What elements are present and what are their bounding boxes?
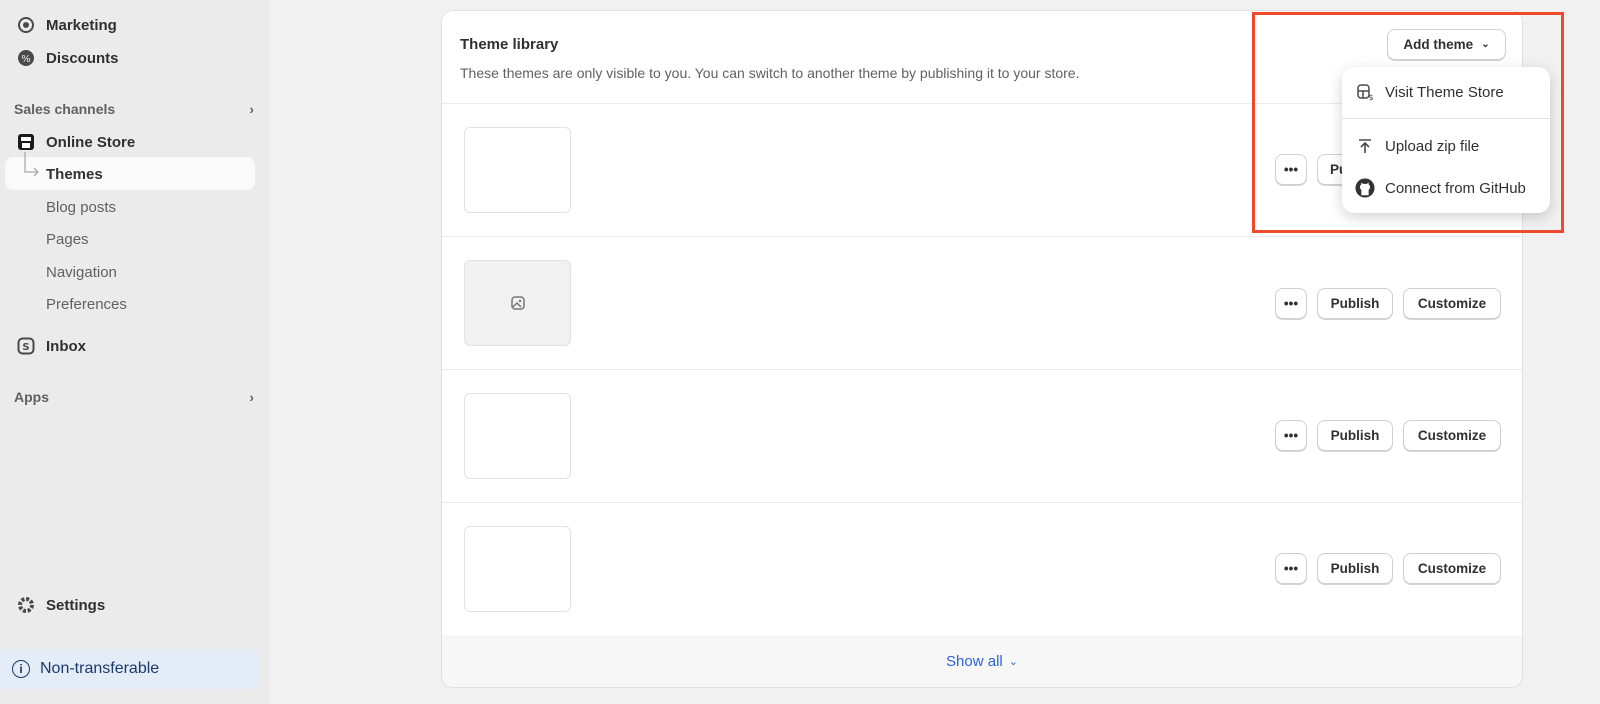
more-actions-button[interactable]: ••• — [1275, 420, 1307, 451]
info-icon: i — [12, 660, 30, 678]
card-description: These themes are only visible to you. Yo… — [460, 65, 1080, 81]
chevron-right-icon: › — [249, 101, 254, 117]
card-title: Theme library — [460, 36, 559, 53]
theme-thumbnail — [464, 393, 571, 479]
sidebar-item-online-store[interactable]: Online Store — [0, 131, 270, 153]
customize-button[interactable]: Customize — [1403, 553, 1501, 584]
theme-row: ••• Publish Customize — [442, 237, 1522, 370]
gear-icon — [17, 596, 35, 614]
svg-text:S: S — [22, 342, 29, 353]
sidebar-item-discounts[interactable]: % Discounts — [0, 47, 270, 69]
sidebar-item-inbox[interactable]: S Inbox — [0, 335, 270, 357]
sidebar-item-pages[interactable]: Pages — [0, 228, 270, 250]
customize-button[interactable]: Customize — [1403, 288, 1501, 319]
discount-icon: % — [17, 49, 35, 67]
ellipsis-icon: ••• — [1283, 561, 1299, 576]
sidebar-item-themes[interactable]: Themes — [0, 163, 270, 185]
image-placeholder-icon — [510, 296, 525, 310]
sales-channels-header[interactable]: Sales channels › — [14, 101, 254, 117]
publish-button[interactable]: Publish — [1317, 420, 1393, 451]
inbox-icon: S — [17, 337, 35, 355]
show-all-link[interactable]: Show all ⌄ — [442, 635, 1522, 687]
sidebar-item-marketing[interactable]: Marketing — [0, 14, 270, 36]
sidebar-item-blog-posts[interactable]: Blog posts — [0, 196, 270, 218]
highlight-annotation — [1252, 12, 1564, 233]
theme-thumbnail — [464, 260, 571, 346]
chevron-down-icon: ⌄ — [1008, 655, 1018, 668]
apps-header[interactable]: Apps › — [14, 389, 254, 405]
ellipsis-icon: ••• — [1283, 428, 1299, 443]
chevron-right-icon: › — [249, 389, 254, 405]
theme-thumbnail — [464, 526, 571, 612]
more-actions-button[interactable]: ••• — [1275, 288, 1307, 319]
theme-row: ••• Publish Customize — [442, 503, 1522, 636]
plan-status-banner[interactable]: i Non-transferable — [0, 649, 260, 689]
sidebar-item-settings[interactable]: Settings — [0, 594, 270, 616]
more-actions-button[interactable]: ••• — [1275, 553, 1307, 584]
svg-text:%: % — [21, 54, 31, 65]
theme-row: ••• Publish Customize — [442, 370, 1522, 503]
customize-button[interactable]: Customize — [1403, 420, 1501, 451]
target-icon — [17, 16, 35, 34]
sidebar: Marketing % Discounts Sales channels › On… — [0, 0, 270, 704]
publish-button[interactable]: Publish — [1317, 288, 1393, 319]
sidebar-item-navigation[interactable]: Navigation — [0, 261, 270, 283]
theme-thumbnail — [464, 127, 571, 213]
sidebar-item-preferences[interactable]: Preferences — [0, 293, 270, 315]
store-icon — [17, 133, 35, 151]
ellipsis-icon: ••• — [1283, 296, 1299, 311]
publish-button[interactable]: Publish — [1317, 553, 1393, 584]
